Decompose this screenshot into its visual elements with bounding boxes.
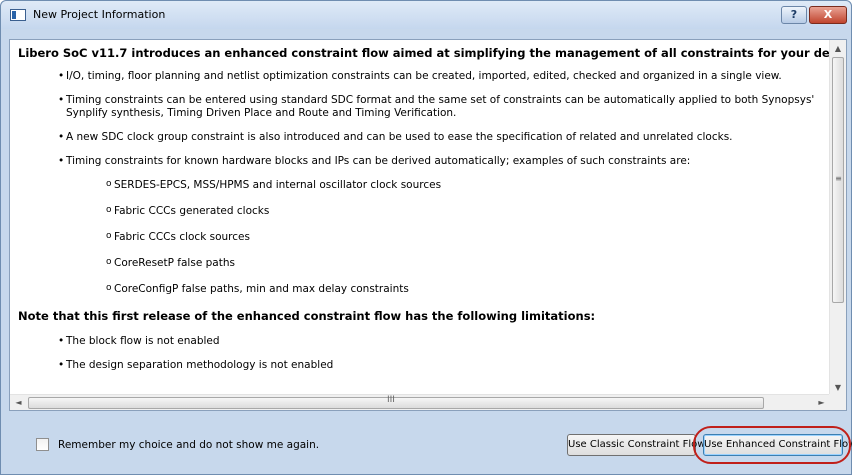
dialog-window: New Project Information ? X Libero SoC v… xyxy=(0,0,852,475)
intro-heading: Libero SoC v11.7 introduces an enhanced … xyxy=(18,46,830,60)
remember-choice-label[interactable]: Remember my choice and do not show me ag… xyxy=(58,439,319,451)
remember-choice-checkbox[interactable] xyxy=(36,438,49,451)
limitation-item: The design separation methodology is not… xyxy=(18,359,822,372)
title-bar[interactable]: New Project Information ? X xyxy=(1,1,851,29)
scroll-left-icon[interactable]: ◄ xyxy=(10,395,27,411)
vertical-scrollbar[interactable]: ▲ ≡ ▼ xyxy=(829,40,846,396)
horizontal-scrollbar[interactable]: ◄ III ► xyxy=(10,394,830,410)
scroll-right-icon[interactable]: ► xyxy=(813,395,830,411)
limitation-item: The block flow is not enabled xyxy=(18,335,822,348)
scrollbar-corner xyxy=(829,394,846,410)
horizontal-scroll-thumb[interactable]: III xyxy=(28,395,764,409)
help-button[interactable]: ? xyxy=(781,6,807,24)
limitations-heading: Note that this first release of the enha… xyxy=(18,309,596,323)
vertical-scroll-thumb[interactable]: ≡ xyxy=(832,57,844,303)
info-text-panel: Libero SoC v11.7 introduces an enhanced … xyxy=(9,39,847,411)
highlight-annotation-circle xyxy=(693,426,851,464)
sub-bullet-item: CoreResetP false paths xyxy=(18,256,822,270)
use-classic-flow-button[interactable]: Use Classic Constraint Flow xyxy=(567,434,705,456)
scroll-up-icon[interactable]: ▲ xyxy=(830,40,846,57)
sub-bullet-item: Fabric CCCs generated clocks xyxy=(18,204,822,218)
sub-bullet-item: CoreConfigP false paths, min and max del… xyxy=(18,282,822,296)
bullet-item: Timing constraints for known hardware bl… xyxy=(18,155,822,168)
sub-bullet-item: SERDES-EPCS, MSS/HPMS and internal oscil… xyxy=(18,178,822,192)
bullet-item: I/O, timing, floor planning and netlist … xyxy=(18,70,822,83)
bullet-item: A new SDC clock group constraint is also… xyxy=(18,131,822,144)
sub-bullet-item: Fabric CCCs clock sources xyxy=(18,230,822,244)
grip-icon: III xyxy=(387,395,395,405)
remember-choice-row[interactable]: Remember my choice and do not show me ag… xyxy=(36,438,319,451)
close-button[interactable]: X xyxy=(809,6,847,24)
info-text-content: Libero SoC v11.7 introduces an enhanced … xyxy=(10,40,830,396)
grip-icon: ≡ xyxy=(835,174,842,183)
app-window-icon xyxy=(10,9,26,21)
window-title: New Project Information xyxy=(33,8,166,21)
bullet-item: Timing constraints can be entered using … xyxy=(18,94,822,120)
